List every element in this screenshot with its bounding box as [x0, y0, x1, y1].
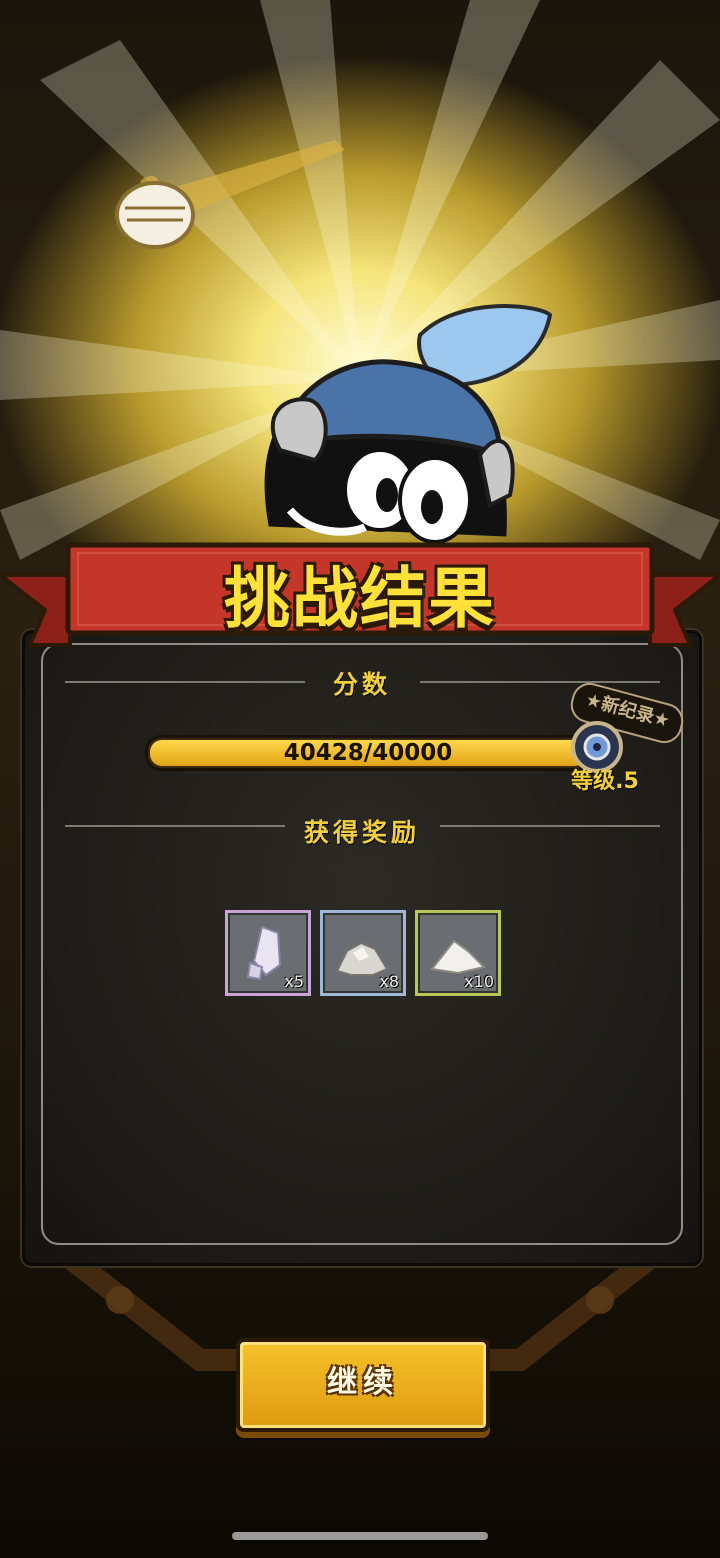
reward-item-ore[interactable]: x8	[320, 910, 406, 996]
result-title: 挑战结果	[224, 560, 496, 637]
continue-button[interactable]: 继续	[236, 1338, 490, 1432]
result-panel: 分数 40428/40000 ★新纪录★ 等级.5 获得奖励 x5 x8 x10	[22, 630, 702, 1266]
penguin-mascot	[264, 304, 553, 544]
sword-fist-icon	[115, 140, 345, 249]
level-label: 等级.5	[571, 769, 639, 794]
title-ribbon: 挑战结果	[0, 535, 720, 655]
reward-item-crystal[interactable]: x5	[225, 910, 311, 996]
score-progress-bar: 40428/40000	[145, 735, 591, 771]
home-indicator[interactable]	[232, 1532, 488, 1540]
reward-quantity: x8	[379, 972, 399, 991]
reward-item-powder[interactable]: x10	[415, 910, 501, 996]
reward-quantity: x10	[464, 972, 494, 991]
score-value: 40428/40000	[283, 740, 453, 766]
rewards-label: 获得奖励	[303, 818, 420, 847]
reward-quantity: x5	[284, 972, 304, 991]
